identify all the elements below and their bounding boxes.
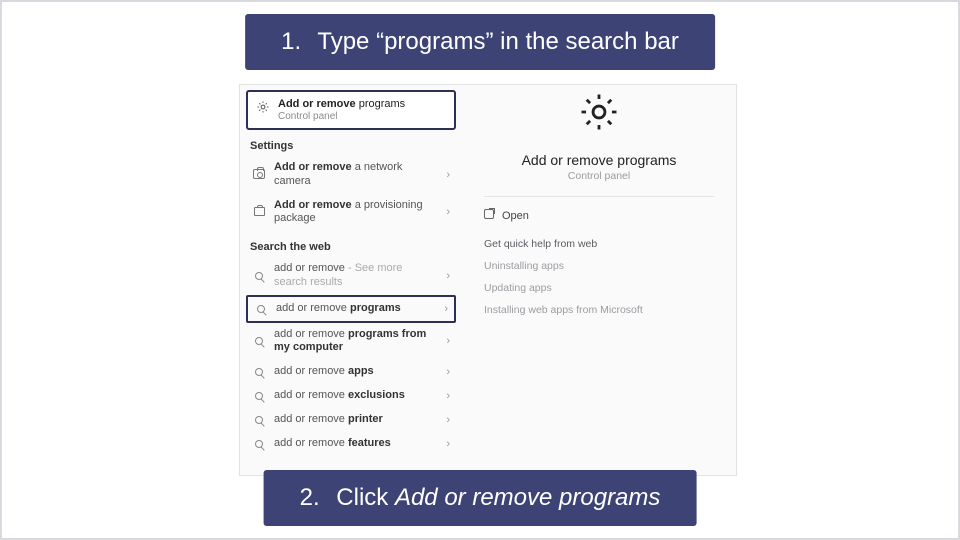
open-button[interactable]: Open — [484, 207, 714, 224]
step1-prefix: Type — [317, 28, 376, 55]
quick-help-header: Get quick help from web — [484, 238, 597, 250]
web-result-more[interactable]: add or remove - See more search results … — [246, 257, 456, 295]
help-link-installing[interactable]: Installing web apps from Microsoft — [484, 304, 643, 316]
section-header-settings: Settings — [250, 140, 456, 152]
best-match-bold: Add or remove — [278, 98, 356, 110]
chevron-right-icon: › — [446, 366, 450, 378]
help-link-uninstalling[interactable]: Uninstalling apps — [484, 260, 564, 272]
search-icon — [252, 437, 266, 451]
search-icon — [252, 334, 266, 348]
detail-title: Add or remove programs — [522, 152, 677, 168]
instruction-step-2: 2. Click Add or remove programs — [264, 470, 697, 526]
chevron-right-icon: › — [446, 414, 450, 426]
chevron-right-icon: › — [446, 390, 450, 402]
camera-icon — [252, 168, 266, 182]
web-result-exclusions[interactable]: add or remove exclusions › — [246, 384, 456, 408]
windows-search-panel: Add or remove programs Control panel Set… — [239, 84, 737, 476]
step1-number: 1. — [281, 28, 301, 55]
divider — [484, 196, 714, 197]
detail-subtitle: Control panel — [568, 170, 630, 182]
search-icon — [252, 389, 266, 403]
web-result-features[interactable]: add or remove features › — [246, 432, 456, 456]
chevron-right-icon: › — [446, 206, 450, 218]
chevron-right-icon: › — [446, 169, 450, 181]
gear-icon — [256, 100, 270, 119]
best-match-result[interactable]: Add or remove programs Control panel — [246, 90, 456, 130]
step1-quoted: “programs” — [376, 28, 493, 55]
chevron-right-icon: › — [444, 303, 448, 315]
best-match-text: Add or remove programs Control panel — [278, 98, 405, 122]
gear-icon — [578, 91, 620, 138]
search-icon — [252, 413, 266, 427]
instruction-step-1: 1. Type “programs” in the search bar — [245, 14, 715, 70]
open-external-icon — [484, 209, 494, 222]
search-icon — [252, 365, 266, 379]
open-label: Open — [502, 210, 529, 222]
search-results-column: Add or remove programs Control panel Set… — [240, 85, 462, 475]
help-link-updating[interactable]: Updating apps — [484, 282, 552, 294]
search-icon — [252, 269, 266, 283]
web-result-apps[interactable]: add or remove apps › — [246, 360, 456, 384]
step2-number: 2. — [300, 484, 320, 511]
web-result-programs[interactable]: add or remove programs › — [246, 295, 456, 323]
web-result-programs-computer[interactable]: add or remove programs from my computer … — [246, 323, 456, 361]
chevron-right-icon: › — [446, 438, 450, 450]
package-icon — [252, 205, 266, 219]
chevron-right-icon: › — [446, 270, 450, 282]
search-icon — [254, 302, 268, 316]
settings-result-camera[interactable]: Add or remove a network camera › — [246, 156, 456, 194]
chevron-right-icon: › — [446, 335, 450, 347]
step1-suffix: in the search bar — [493, 28, 678, 55]
step2-italic: Add or remove programs — [395, 484, 660, 511]
best-match-rest: programs — [356, 98, 406, 110]
best-match-subtitle: Control panel — [278, 111, 405, 122]
search-detail-pane: Add or remove programs Control panel Ope… — [462, 85, 736, 475]
section-header-web: Search the web — [250, 241, 456, 253]
settings-result-provisioning[interactable]: Add or remove a provisioning package › — [246, 194, 456, 232]
web-result-printer[interactable]: add or remove printer › — [246, 408, 456, 432]
step2-prefix: Click — [336, 484, 395, 511]
